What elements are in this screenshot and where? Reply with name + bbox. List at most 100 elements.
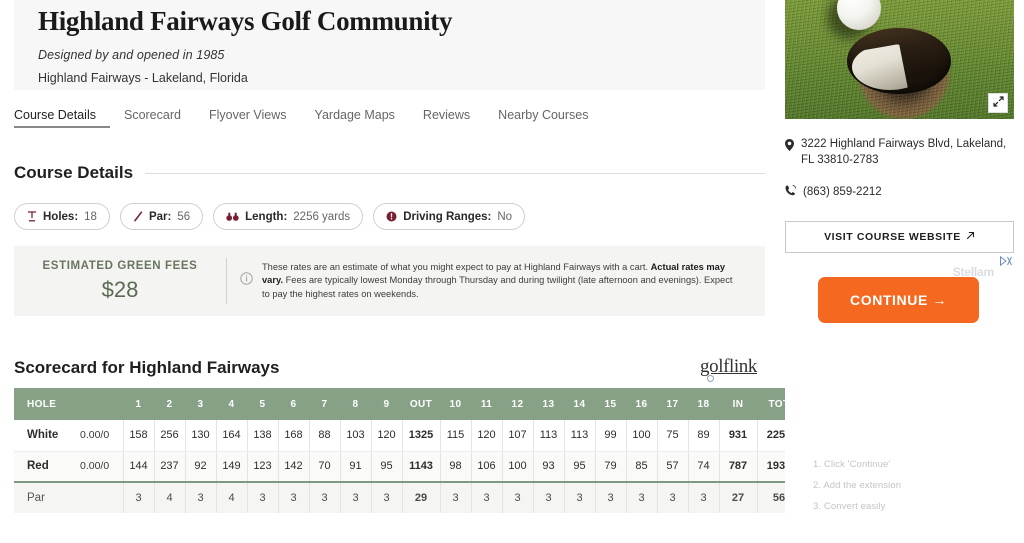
chip-holes-value: 18 xyxy=(84,210,97,223)
golflink-logo-mark xyxy=(707,375,714,382)
table-row: Red 0.00/0 144 237 92 149 123 142 70 91 … xyxy=(14,451,802,483)
page-title: Highland Fairways Golf Community xyxy=(38,6,453,36)
th-h13: 13 xyxy=(533,388,564,420)
row-par-h2: 4 xyxy=(154,481,186,513)
tab-scorecard[interactable]: Scorecard xyxy=(110,108,195,128)
row-red-rating: 0.00/0 xyxy=(76,451,124,483)
row-white-h4: 164 xyxy=(216,420,248,452)
table-row: Par 3 4 3 4 3 3 3 3 3 29 3 3 3 3 3 3 3 3… xyxy=(14,481,802,513)
row-par-h12: 3 xyxy=(502,481,534,513)
tab-course-details[interactable]: Course Details xyxy=(14,108,110,128)
row-white-h7: 88 xyxy=(309,420,341,452)
row-white-h1: 158 xyxy=(123,420,155,452)
th-h8: 8 xyxy=(340,388,371,420)
green-fees-disclaimer: These rates are an estimate of what you … xyxy=(227,261,760,301)
course-location-line: Highland Fairways - Lakeland, Florida xyxy=(38,71,248,85)
row-white-h14: 113 xyxy=(564,420,596,452)
tab-reviews[interactable]: Reviews xyxy=(409,108,484,128)
row-par-h18: 3 xyxy=(688,481,720,513)
row-white-h6: 168 xyxy=(278,420,310,452)
expand-photo-button[interactable] xyxy=(988,93,1008,113)
row-white-rating: 0.00/0 xyxy=(76,420,124,452)
flagstick-icon xyxy=(133,211,143,222)
row-white-h11: 120 xyxy=(471,420,503,452)
row-white-h3: 130 xyxy=(185,420,217,452)
expand-arrows-icon xyxy=(992,94,1004,112)
chip-driving-ranges-value: No xyxy=(497,210,513,223)
row-par-h11: 3 xyxy=(471,481,503,513)
green-fees-summary: ESTIMATED GREEN FEES $28 xyxy=(14,260,226,303)
scorecard-table-wrapper: HOLE 1 2 3 4 5 6 7 8 9 OUT 10 11 12 13 1… xyxy=(14,388,802,513)
chip-driving-ranges[interactable]: Driving Ranges: No xyxy=(373,203,526,230)
scorecard-body: White 0.00/0 158 256 130 164 138 168 88 … xyxy=(14,420,802,513)
golflink-logo-text: golflink xyxy=(700,356,757,377)
golf-hole-photo xyxy=(785,0,1014,119)
chip-holes[interactable]: Holes: 18 xyxy=(14,203,110,230)
chip-par-label: Par: xyxy=(148,210,172,223)
row-red-h13: 93 xyxy=(533,451,565,483)
ad-choices-icon[interactable] xyxy=(1000,256,1012,266)
table-header-row: HOLE 1 2 3 4 5 6 7 8 9 OUT 10 11 12 13 1… xyxy=(14,388,801,420)
fees-text-1: These rates are an estimate of what you … xyxy=(262,261,651,272)
th-h18: 18 xyxy=(688,388,719,420)
row-white-h13: 113 xyxy=(533,420,565,452)
scorecard-title: Scorecard for Highland Fairways xyxy=(14,358,280,377)
row-red-h9: 95 xyxy=(371,451,403,483)
course-attribute-chips: Holes: 18 Par: 56 Length: 2256 yards Dri… xyxy=(14,203,526,230)
course-address: 3222 Highland Fairways Blvd, Lakeland, F… xyxy=(801,138,1007,166)
chip-driving-ranges-label: Driving Ranges: xyxy=(403,210,492,223)
row-red-in: 787 xyxy=(719,451,758,483)
row-par-h10: 3 xyxy=(440,481,472,513)
row-red-h2: 237 xyxy=(154,451,186,483)
row-red-h7: 70 xyxy=(309,451,341,483)
course-header-panel: Highland Fairways Golf Community Designe… xyxy=(14,0,765,90)
row-white-h18: 89 xyxy=(688,420,720,452)
heading-divider xyxy=(145,172,765,174)
row-par-out: 29 xyxy=(402,481,441,513)
row-red-h16: 85 xyxy=(626,451,658,483)
page-root: Highland Fairways Golf Community Designe… xyxy=(0,0,1024,543)
map-pin-icon xyxy=(785,136,794,168)
chip-par[interactable]: Par: 56 xyxy=(119,203,204,230)
chip-holes-label: Holes: xyxy=(43,210,79,223)
th-h6: 6 xyxy=(278,388,309,420)
row-red-h14: 95 xyxy=(564,451,596,483)
row-red-h8: 91 xyxy=(340,451,372,483)
chip-length[interactable]: Length: 2256 yards xyxy=(213,203,364,230)
row-white-name: White xyxy=(14,420,76,452)
list-item: 3. Convert easily xyxy=(813,501,886,512)
info-circle-icon xyxy=(240,272,253,290)
list-item: 1. Click 'Continue' xyxy=(813,459,891,470)
ad-continue-button[interactable]: CONTINUE → xyxy=(818,277,979,323)
row-par-in: 27 xyxy=(719,481,758,513)
section-title: Course Details xyxy=(14,163,134,182)
th-hole: HOLE xyxy=(14,388,76,420)
tab-flyover-views[interactable]: Flyover Views xyxy=(195,108,301,128)
row-red-h17: 57 xyxy=(657,451,689,483)
tab-nearby-courses[interactable]: Nearby Courses xyxy=(484,108,602,128)
chip-length-label: Length: xyxy=(245,210,288,223)
row-par-h8: 3 xyxy=(340,481,372,513)
row-white-h15: 99 xyxy=(595,420,627,452)
row-white-h10: 115 xyxy=(440,420,472,452)
th-rating xyxy=(76,388,123,420)
tab-yardage-maps[interactable]: Yardage Maps xyxy=(301,108,409,128)
th-out: OUT xyxy=(402,388,440,420)
row-red-h3: 92 xyxy=(185,451,217,483)
row-par-h3: 3 xyxy=(185,481,217,513)
row-white-h9: 120 xyxy=(371,420,403,452)
row-white-in: 931 xyxy=(719,420,758,452)
th-h12: 12 xyxy=(502,388,533,420)
th-h15: 15 xyxy=(595,388,626,420)
external-link-arrow-icon xyxy=(966,231,975,243)
th-h9: 9 xyxy=(371,388,402,420)
advertisement: Stellam CONTINUE → 1. Click 'Continue' 2… xyxy=(785,256,1014,526)
fees-text-2: Fees are typically lowest Monday through… xyxy=(262,275,733,299)
green-fees-amount: $28 xyxy=(101,276,139,302)
scorecard-table: HOLE 1 2 3 4 5 6 7 8 9 OUT 10 11 12 13 1… xyxy=(14,388,802,513)
visit-button-label: VISIT COURSE WEBSITE xyxy=(824,231,961,243)
row-red-out: 1143 xyxy=(402,451,441,483)
visit-course-website-button[interactable]: VISIT COURSE WEBSITE xyxy=(785,221,1014,253)
th-h10: 10 xyxy=(440,388,471,420)
row-red-h4: 149 xyxy=(216,451,248,483)
